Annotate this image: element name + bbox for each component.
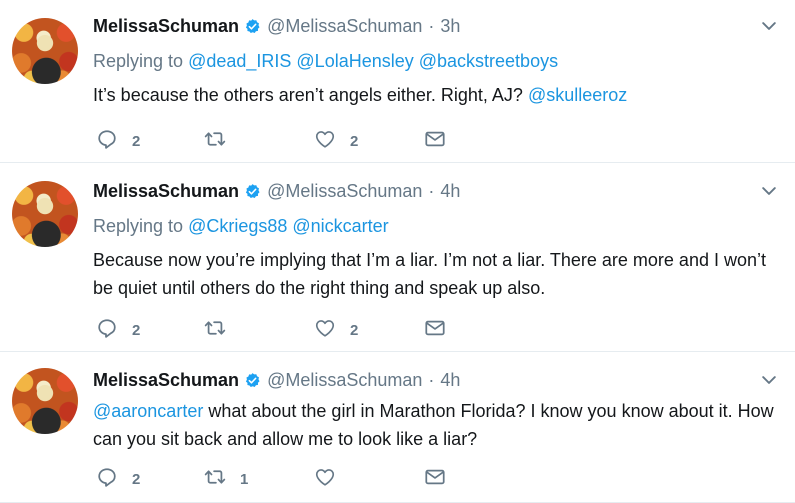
user-handle[interactable]: @MelissaSchuman: [267, 368, 422, 392]
tweet[interactable]: MelissaSchuman @MelissaSchuman · 3h Repl…: [0, 0, 795, 163]
heart-icon: [314, 466, 336, 493]
like-count: 2: [350, 132, 359, 150]
tweet-text: @aaroncarter what about the girl in Mara…: [93, 397, 779, 453]
mention-link[interactable]: @aaroncarter: [93, 401, 203, 421]
tweet-text: Because now you’re implying that I’m a l…: [93, 246, 779, 302]
mention-link[interactable]: @LolaHensley: [296, 51, 413, 71]
avatar[interactable]: [12, 18, 78, 84]
tweet[interactable]: MelissaSchuman @MelissaSchuman · 4h @aar…: [0, 352, 795, 503]
envelope-icon: [424, 466, 446, 493]
retweet-icon: [204, 466, 226, 493]
reply-button[interactable]: 2: [96, 129, 140, 153]
retweet-count: 1: [240, 470, 249, 488]
reply-button[interactable]: 2: [96, 467, 140, 491]
like-button[interactable]: 2: [314, 318, 358, 342]
replying-to-label: Replying to: [93, 216, 184, 236]
direct-message-button[interactable]: [424, 467, 446, 491]
chevron-down-icon[interactable]: [759, 181, 779, 201]
timestamp[interactable]: 4h: [440, 368, 460, 392]
like-count: 2: [350, 321, 359, 339]
tweet-text-body: Because now you’re implying that I’m a l…: [93, 250, 766, 298]
direct-message-button[interactable]: [424, 318, 446, 342]
reply-icon: [96, 128, 118, 155]
reply-count: 2: [132, 321, 141, 339]
verified-badge-icon: [244, 372, 261, 389]
reply-icon: [96, 317, 118, 344]
timestamp[interactable]: 3h: [440, 14, 460, 38]
tweet-text-body: It’s because the others aren’t angels ei…: [93, 85, 523, 105]
display-name[interactable]: MelissaSchuman: [93, 14, 239, 38]
mention-link[interactable]: @nickcarter: [292, 216, 388, 236]
tweet[interactable]: MelissaSchuman @MelissaSchuman · 4h Repl…: [0, 163, 795, 352]
heart-icon: [314, 128, 336, 155]
verified-badge-icon: [244, 183, 261, 200]
retweet-button[interactable]: [204, 318, 240, 342]
separator: ·: [428, 16, 435, 36]
mention-link[interactable]: @dead_IRIS: [188, 51, 291, 71]
avatar[interactable]: [12, 368, 78, 434]
replying-to: Replying to @Ckriegs88 @nickcarter: [93, 214, 779, 238]
chevron-down-icon[interactable]: [759, 370, 779, 390]
reply-count: 2: [132, 470, 141, 488]
tweet-header: MelissaSchuman @MelissaSchuman · 4h: [93, 368, 779, 392]
tweet-header: MelissaSchuman @MelissaSchuman · 4h: [93, 179, 779, 203]
retweet-icon: [204, 317, 226, 344]
verified-badge-icon: [244, 18, 261, 35]
replying-to-label: Replying to: [93, 51, 184, 71]
like-button[interactable]: [314, 467, 350, 491]
direct-message-button[interactable]: [424, 129, 446, 153]
tweet-header: MelissaSchuman @MelissaSchuman · 3h: [93, 14, 779, 38]
separator: ·: [428, 181, 435, 201]
chevron-down-icon[interactable]: [759, 16, 779, 36]
retweet-button[interactable]: [204, 129, 240, 153]
user-handle[interactable]: @MelissaSchuman: [267, 14, 422, 38]
envelope-icon: [424, 128, 446, 155]
reply-count: 2: [132, 132, 141, 150]
envelope-icon: [424, 317, 446, 344]
tweet-text: It’s because the others aren’t angels ei…: [93, 81, 779, 109]
mention-link[interactable]: @Ckriegs88: [188, 216, 287, 236]
display-name[interactable]: MelissaSchuman: [93, 179, 239, 203]
avatar[interactable]: [12, 181, 78, 247]
retweet-icon: [204, 128, 226, 155]
user-handle[interactable]: @MelissaSchuman: [267, 179, 422, 203]
reply-button[interactable]: 2: [96, 318, 140, 342]
retweet-button[interactable]: 1: [204, 467, 248, 491]
mention-link[interactable]: @backstreetboys: [419, 51, 558, 71]
replying-to: Replying to @dead_IRIS @LolaHensley @backst…: [93, 49, 779, 73]
display-name[interactable]: MelissaSchuman: [93, 368, 239, 392]
like-button[interactable]: 2: [314, 129, 358, 153]
reply-icon: [96, 466, 118, 493]
heart-icon: [314, 317, 336, 344]
separator: ·: [428, 370, 435, 390]
mention-link[interactable]: @skulleeroz: [528, 85, 627, 105]
timestamp[interactable]: 4h: [440, 179, 460, 203]
